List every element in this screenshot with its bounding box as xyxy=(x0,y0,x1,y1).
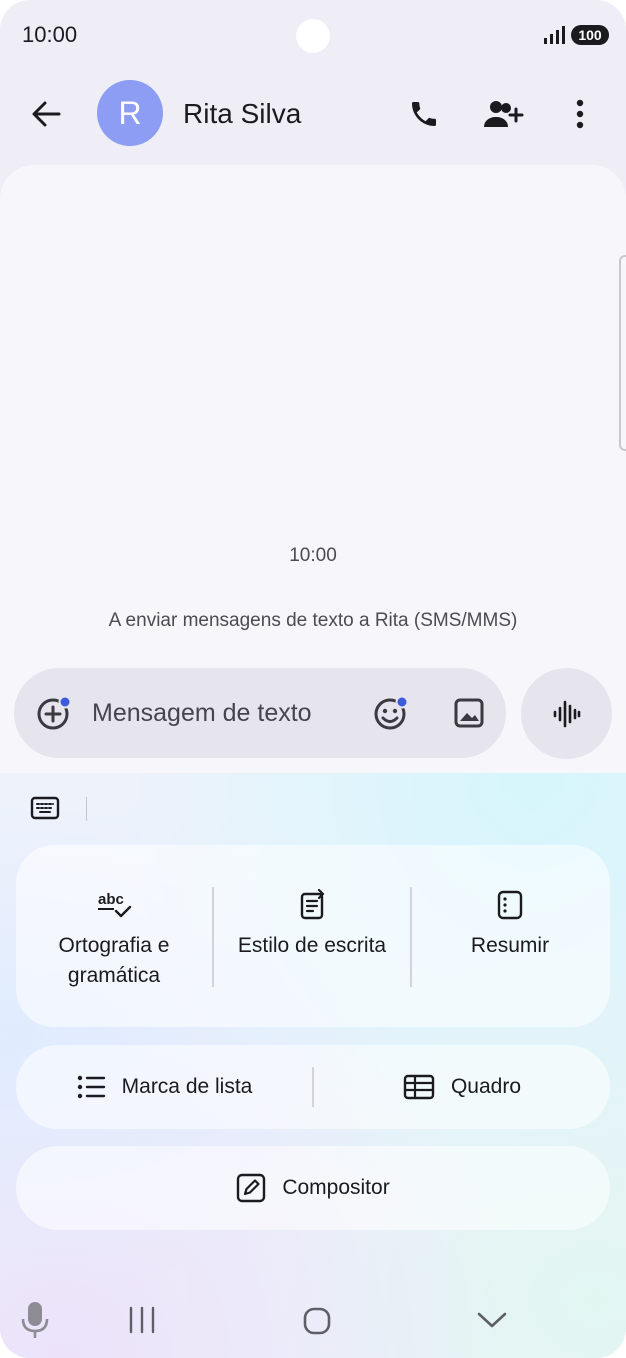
divider xyxy=(86,797,87,821)
conversation-header: R Rita Silva xyxy=(0,70,626,160)
table-icon xyxy=(403,1074,435,1100)
navigation-bar xyxy=(0,1290,626,1358)
status-time: 10:00 xyxy=(22,22,78,47)
recent-apps-icon xyxy=(129,1306,155,1334)
composer-button[interactable]: Compositor xyxy=(16,1146,610,1230)
hide-keyboard-icon xyxy=(477,1312,507,1328)
writing-style-button[interactable]: Estilo de escrita xyxy=(214,845,410,1027)
bullet-list-button[interactable]: Marca de lista xyxy=(16,1045,312,1129)
summarize-icon xyxy=(497,890,523,920)
add-attachment-icon xyxy=(37,695,72,730)
recent-apps-button[interactable] xyxy=(124,1304,160,1336)
emoji-button[interactable] xyxy=(371,693,411,733)
bullet-list-label: Marca de lista xyxy=(121,1075,253,1098)
home-icon xyxy=(303,1307,331,1335)
voice-message-button[interactable] xyxy=(521,668,612,759)
mic-icon xyxy=(21,1302,49,1338)
phone-icon xyxy=(412,102,436,126)
keyboard-toggle-button[interactable] xyxy=(30,795,62,823)
sms-info-text: A enviar mensagens de texto a Rita (SMS/… xyxy=(108,610,518,631)
grammar-button[interactable]: abc Ortografia e gramática xyxy=(16,845,212,1027)
contact-name[interactable]: Rita Silva xyxy=(183,98,301,130)
message-input[interactable] xyxy=(92,696,362,730)
hide-keyboard-button[interactable] xyxy=(474,1306,510,1334)
grammar-label: Ortografia e gramática xyxy=(58,934,170,987)
scroll-handle[interactable] xyxy=(619,255,626,451)
battery-indicator: 100 xyxy=(571,25,609,45)
format-tools-card: Marca de lista Quadro xyxy=(16,1045,610,1129)
pencil-edit-icon xyxy=(237,1173,266,1203)
summarize-label: Resumir xyxy=(470,934,550,957)
conversation-area[interactable]: 10:00 A enviar mensagens de texto a Rita… xyxy=(0,165,626,775)
table-button[interactable]: Quadro xyxy=(314,1045,610,1129)
add-attachment-button[interactable] xyxy=(34,693,74,733)
keyboard-icon xyxy=(30,796,60,820)
emoji-icon xyxy=(374,695,409,730)
back-arrow-icon xyxy=(32,101,61,127)
message-timestamp: 10:00 xyxy=(289,545,337,566)
composer-card: Compositor xyxy=(16,1146,610,1230)
spellcheck-icon: abc xyxy=(98,891,132,918)
table-label: Quadro xyxy=(450,1075,522,1098)
bullet-list-icon xyxy=(77,1075,105,1099)
more-options-button[interactable] xyxy=(556,90,604,138)
gallery-icon xyxy=(454,698,484,728)
writing-tools-card: abc Ortografia e gramática Estilo de esc… xyxy=(16,845,610,1027)
svg-text:abc: abc xyxy=(98,891,124,908)
phone-screen: 10:00 100 R Rita Silva 10:00 A enviar me… xyxy=(0,0,626,1358)
compose-bar xyxy=(14,668,506,758)
writing-style-label: Estilo de escrita xyxy=(237,934,387,957)
status-bar: 10:00 100 xyxy=(0,0,626,70)
call-button[interactable] xyxy=(400,90,448,138)
back-button[interactable] xyxy=(22,90,70,138)
camera-cutout xyxy=(296,19,330,53)
gallery-button[interactable] xyxy=(449,693,489,733)
home-button[interactable] xyxy=(300,1304,334,1338)
voice-input-button[interactable] xyxy=(18,1300,52,1340)
signal-icon xyxy=(544,26,565,44)
add-contact-icon xyxy=(484,101,524,127)
more-vert-icon xyxy=(576,99,584,129)
writing-tools-panel: abc Ortografia e gramática Estilo de esc… xyxy=(0,773,626,1358)
voice-waveform-icon xyxy=(553,700,580,727)
summarize-button[interactable]: Resumir xyxy=(412,845,608,1027)
composer-label: Compositor xyxy=(282,1176,390,1199)
avatar[interactable]: R xyxy=(97,80,163,146)
writing-style-icon xyxy=(300,889,325,920)
add-contact-button[interactable] xyxy=(478,90,528,138)
